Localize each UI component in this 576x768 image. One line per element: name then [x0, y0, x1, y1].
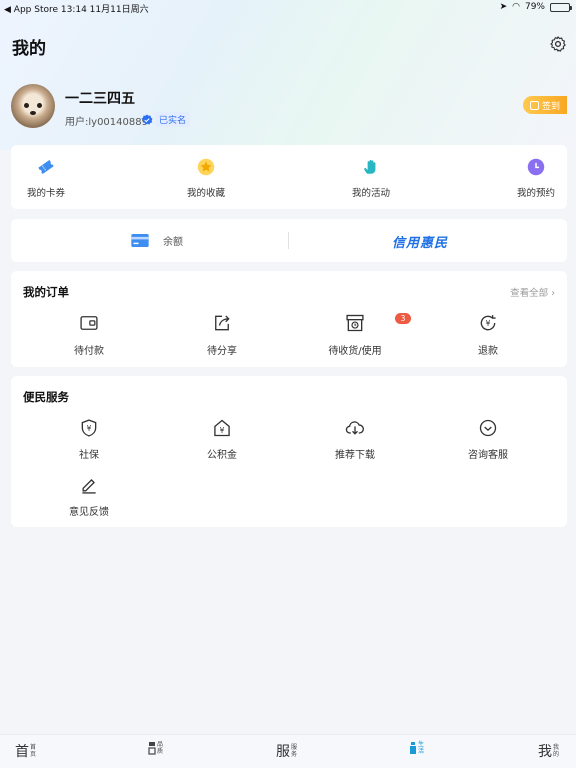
tab-quality[interactable]: 品质 [148, 741, 164, 755]
order-label: 退款 [478, 346, 498, 357]
service-label: 意见反馈 [69, 507, 109, 518]
battery-icon [550, 2, 572, 12]
quick-link-favorites[interactable]: 我的收藏 [171, 145, 241, 209]
balance-label: 余额 [163, 237, 183, 248]
quick-links-card: 我的卡券 我的收藏 我的活动 我的预约 [11, 145, 567, 209]
svg-text:¥: ¥ [87, 424, 92, 433]
tab-home-glyph: 首 [15, 744, 29, 760]
service-label: 公积金 [207, 450, 237, 461]
order-label: 待付款 [74, 346, 104, 357]
username: 一二三四五 [65, 91, 135, 107]
wifi-icon: ◠ [512, 2, 520, 12]
battery-percent: 79% [524, 2, 545, 12]
chevron-right-icon: › [551, 288, 555, 299]
bottom-tab-bar: 首 首页 品质 服 服务 生活 我 我的 [0, 734, 576, 768]
page-title: 我的 [12, 39, 46, 59]
status-bar: ◀ App Store 13:14 11月11日周六 ➤ ◠ 79% [0, 0, 576, 15]
tab-life-label: 生活 [418, 741, 425, 755]
package-icon [346, 314, 364, 332]
tab-home-label: 首页 [30, 744, 37, 758]
balance-card: 余额 信用惠民 [11, 219, 567, 262]
quick-link-label: 我的预约 [516, 188, 555, 199]
hand-icon [364, 159, 376, 174]
customer-service-icon [479, 419, 497, 437]
share-icon [215, 315, 230, 331]
svg-text:¥: ¥ [220, 426, 225, 435]
status-right: ➤ ◠ 79% [499, 2, 572, 12]
tab-mine-glyph: 我 [538, 744, 552, 760]
quick-link-label: 我的卡券 [26, 188, 65, 199]
order-pending-share[interactable]: 待分享 [177, 271, 267, 367]
verified-badge: 已实名 [141, 112, 191, 127]
service-label: 社保 [79, 450, 99, 461]
orders-card: 我的订单 查看全部 › 待付款 待分享 待收货/使用 ¥ 退款 [11, 271, 567, 367]
checkbox-icon [529, 100, 539, 110]
quick-link-coupons[interactable]: 我的卡券 [11, 145, 81, 209]
order-label: 待收货/使用 [328, 346, 382, 357]
signin-button[interactable]: 签到 [523, 96, 567, 114]
tab-mine-label: 我的 [553, 744, 560, 758]
service-label: 推荐下载 [335, 450, 375, 461]
service-housing-fund[interactable]: ¥ 公积金 [177, 418, 267, 468]
quick-link-appointments[interactable]: 我的预约 [501, 145, 571, 209]
tab-quality-label: 品质 [157, 741, 164, 755]
tab-mine[interactable]: 我 我的 [538, 741, 560, 761]
service-recommended-download[interactable]: 推荐下载 [310, 418, 400, 468]
house-yuan-icon: ¥ [214, 419, 230, 437]
refund-icon: ¥ [480, 315, 496, 331]
services-title: 便民服务 [23, 390, 69, 404]
quick-link-label: 我的收藏 [186, 188, 225, 199]
tab-services[interactable]: 服 服务 [276, 741, 298, 761]
order-count-badge: 3 [395, 313, 411, 324]
ticket-icon [38, 160, 54, 174]
svg-text:¥: ¥ [486, 319, 491, 328]
signin-label: 签到 [541, 101, 560, 112]
verified-check-icon [141, 114, 153, 125]
location-icon: ➤ [499, 2, 508, 12]
order-label: 待分享 [207, 346, 237, 357]
user-id: 用户:ly00140889 [65, 117, 148, 128]
tab-life[interactable]: 生活 [409, 741, 425, 755]
balance-button[interactable]: 余额 [131, 233, 183, 248]
tab-services-label: 服务 [291, 744, 298, 758]
service-feedback[interactable]: 意见反馈 [44, 475, 134, 525]
tab-services-glyph: 服 [276, 744, 290, 760]
cloud-download-icon [345, 421, 364, 435]
service-label: 咨询客服 [468, 450, 508, 461]
quick-link-activities[interactable]: 我的活动 [336, 145, 406, 209]
services-card: 便民服务 ¥ 社保 ¥ 公积金 推荐下载 咨询客服 意见反馈 [11, 376, 567, 527]
quality-icon [148, 742, 156, 755]
quick-link-label: 我的活动 [351, 188, 390, 199]
tab-home[interactable]: 首 首页 [15, 741, 37, 761]
card-icon [131, 234, 149, 247]
verified-label: 已实名 [155, 112, 191, 127]
status-left-text: ◀ App Store 13:14 11月11日周六 [4, 5, 149, 15]
service-customer-support[interactable]: 咨询客服 [443, 418, 533, 468]
divider [288, 232, 289, 249]
service-social-security[interactable]: ¥ 社保 [44, 418, 134, 468]
life-icon [410, 742, 416, 754]
shield-yuan-icon: ¥ [81, 419, 97, 437]
credit-logo[interactable]: 信用惠民 [392, 232, 448, 251]
clock-icon [527, 158, 545, 176]
order-refund[interactable]: ¥ 退款 [443, 271, 533, 367]
star-icon [197, 158, 215, 176]
order-pending-payment[interactable]: 待付款 [44, 271, 134, 367]
pen-icon [82, 479, 96, 494]
settings-gear-icon[interactable] [549, 35, 567, 53]
avatar[interactable] [11, 84, 55, 128]
wallet-icon [80, 316, 98, 330]
order-pending-delivery[interactable]: 待收货/使用 [310, 271, 400, 367]
